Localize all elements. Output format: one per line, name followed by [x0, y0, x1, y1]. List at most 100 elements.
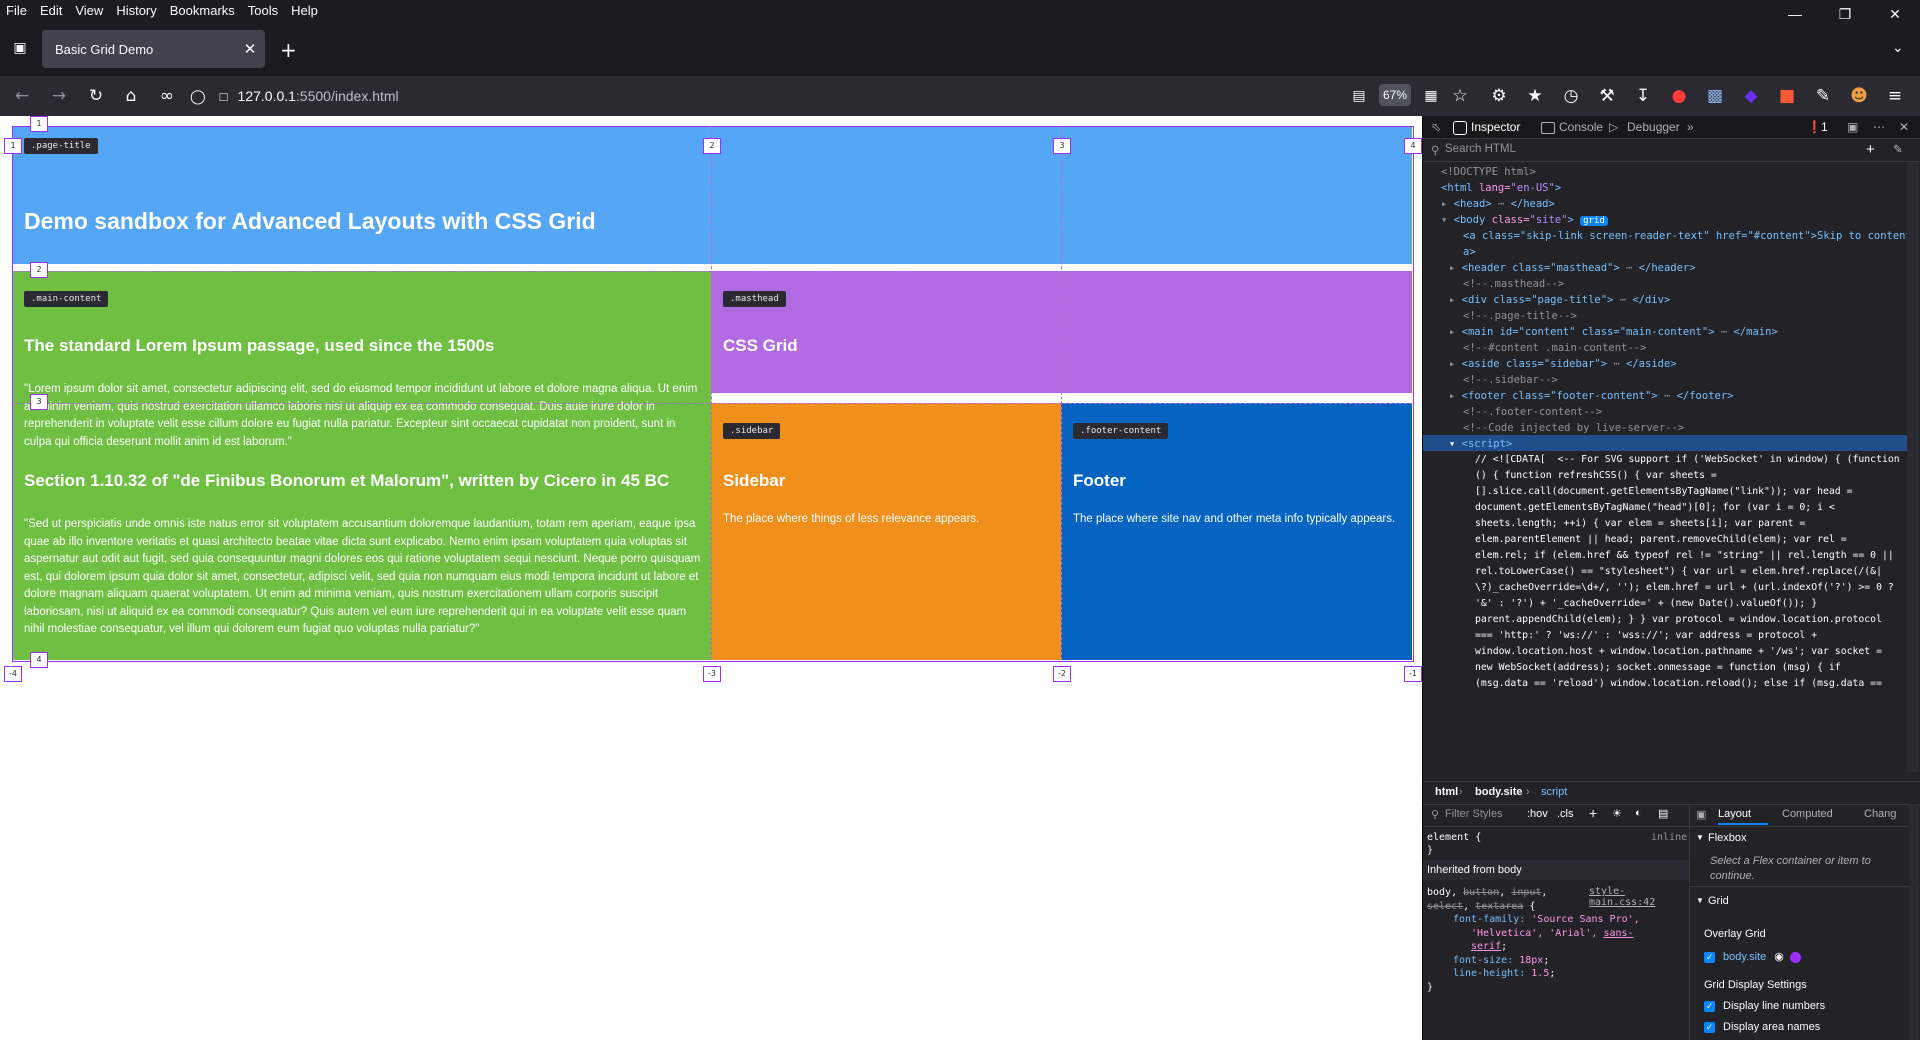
more-tools-icon[interactable]: »: [1687, 120, 1694, 134]
prop-line-height[interactable]: line-height:: [1453, 968, 1525, 979]
close-devtools-icon[interactable]: ✕: [1899, 120, 1909, 134]
display-area-names-option[interactable]: ✓ Display area names: [1704, 1021, 1820, 1033]
val-font-size[interactable]: 18px: [1519, 955, 1543, 966]
bookmark-star-icon[interactable]: ☆: [1448, 84, 1472, 108]
error-icon[interactable]: ❗: [1807, 120, 1822, 134]
print-simulation-icon[interactable]: ▤: [1658, 807, 1668, 820]
layout-scrollbar[interactable]: [1909, 804, 1919, 1040]
wrench-icon[interactable]: ⚒: [1595, 84, 1619, 108]
markup-div-node[interactable]: ▸ <div class="page-title"> ⋯ </div>: [1449, 292, 1670, 308]
val-line-height[interactable]: 1.5: [1531, 968, 1549, 979]
val-font-family-generic[interactable]: sans-: [1603, 928, 1633, 939]
markup-main-node[interactable]: ▸ <main id="content" class="main-content…: [1449, 324, 1778, 340]
markup-footer-node[interactable]: ▸ <footer class="footer-content"> ⋯ </fo…: [1449, 388, 1734, 404]
reload-icon[interactable]: ↻: [84, 84, 108, 108]
markup-html-node[interactable]: <html lang="en-US">: [1441, 180, 1561, 196]
home-icon[interactable]: ⌂: [119, 84, 143, 108]
grid-apps-icon[interactable]: ▦: [1419, 84, 1443, 108]
add-node-icon[interactable]: +: [1866, 141, 1875, 158]
list-tabs-icon[interactable]: ⌄: [1892, 40, 1904, 56]
private-mask-icon[interactable]: ∞: [155, 84, 179, 108]
menu-edit[interactable]: Edit: [34, 3, 69, 18]
markup-comment[interactable]: <!--.masthead-->: [1463, 276, 1564, 292]
menu-history[interactable]: History: [110, 3, 163, 18]
grid-heading[interactable]: Grid: [1708, 895, 1729, 907]
sidebar-toggle-icon[interactable]: ▣: [1696, 808, 1706, 821]
val-font-family-generic-end[interactable]: serif: [1471, 941, 1501, 952]
tab-computed[interactable]: Computed: [1782, 808, 1833, 820]
tab-changes[interactable]: Chang: [1864, 808, 1896, 820]
val-font-family[interactable]: 'Source Sans Pro',: [1531, 914, 1639, 925]
dark-scheme-icon[interactable]: ◐: [1635, 807, 1642, 819]
history-clock-icon[interactable]: ◷: [1559, 84, 1583, 108]
forward-icon[interactable]: →: [47, 84, 71, 108]
markup-scrollbar[interactable]: [1907, 162, 1919, 772]
shield-icon[interactable]: ◯: [190, 88, 206, 105]
grid-badge[interactable]: grid: [1580, 216, 1608, 226]
menu-file[interactable]: File: [0, 3, 34, 18]
dock-icon[interactable]: ▣: [1847, 120, 1858, 134]
tab-inspector[interactable]: Inspector: [1471, 120, 1520, 134]
url-bar[interactable]: ◯ □ 127.0.0.1:5500/index.html: [190, 81, 1420, 111]
flexbox-collapse-icon[interactable]: ▼: [1696, 833, 1704, 842]
markup-script-node[interactable]: ▾ <script>: [1449, 436, 1512, 452]
highlight-element-icon[interactable]: ◉: [1774, 951, 1784, 963]
filter-styles-input[interactable]: Filter Styles: [1445, 808, 1502, 820]
menu-help[interactable]: Help: [285, 3, 325, 18]
markup-comment[interactable]: <!--.footer-content-->: [1463, 404, 1602, 420]
markup-header-node[interactable]: ▸ <header class="masthead"> ⋯ </header>: [1449, 260, 1696, 276]
markup-head-node[interactable]: ▸ <head> ⋯ </head>: [1441, 196, 1555, 212]
markup-comment[interactable]: <!--.page-title-->: [1463, 308, 1577, 324]
devtools-menu-icon[interactable]: ⋯: [1873, 120, 1885, 134]
markup-comment[interactable]: <!--#content .main-content-->: [1463, 340, 1646, 356]
markup-comment[interactable]: <!--.sidebar-->: [1463, 372, 1558, 388]
breadcrumb-body[interactable]: body.site: [1475, 786, 1522, 798]
grid-collapse-icon[interactable]: ▼: [1696, 896, 1704, 905]
menu-view[interactable]: View: [69, 3, 110, 18]
app-menu-icon[interactable]: ≡: [1883, 84, 1907, 108]
cls-toggle[interactable]: .cls: [1557, 808, 1574, 820]
overlay-checkbox[interactable]: ✓: [1704, 951, 1715, 963]
close-tab-icon[interactable]: ✕: [235, 40, 265, 58]
new-tab-button[interactable]: +: [280, 38, 297, 62]
tab-console[interactable]: Console: [1559, 120, 1603, 134]
gear-icon[interactable]: ⚙: [1487, 84, 1511, 108]
extension-font-icon[interactable]: ■: [1775, 84, 1799, 108]
prop-font-size[interactable]: font-size:: [1453, 955, 1513, 966]
back-icon[interactable]: ←: [10, 84, 34, 108]
overlay-grid-item[interactable]: ✓ body.site ◉: [1704, 950, 1801, 963]
tab-manager-icon[interactable]: ▣: [10, 40, 30, 60]
markup-doctype[interactable]: <!DOCTYPE html>: [1441, 164, 1536, 180]
rule-source-link[interactable]: style-main.css:42: [1589, 886, 1689, 908]
markup-comment[interactable]: <!--Code injected by live-server-->: [1463, 420, 1684, 436]
flexbox-heading[interactable]: Flexbox: [1708, 832, 1747, 844]
display-line-numbers-option[interactable]: ✓ Display line numbers: [1704, 1000, 1825, 1012]
extensions-puzzle-icon[interactable]: ✎: [1811, 84, 1835, 108]
page-info-icon[interactable]: □: [220, 89, 228, 104]
pocket-icon[interactable]: ★: [1523, 84, 1547, 108]
breadcrumb-script[interactable]: script: [1541, 786, 1567, 798]
zoom-level-button[interactable]: 67%: [1379, 84, 1411, 106]
prop-font-family[interactable]: font-family:: [1453, 914, 1525, 925]
area-names-checkbox[interactable]: ✓: [1704, 1021, 1715, 1033]
extension-screen-icon[interactable]: ▩: [1703, 84, 1727, 108]
markup-skip-link[interactable]: <a class="skip-link screen-reader-text" …: [1463, 228, 1907, 244]
markup-body-node[interactable]: ▾ <body class="site"> grid: [1441, 212, 1608, 229]
tab-basic-grid-demo[interactable]: Basic Grid Demo ✕: [42, 30, 265, 68]
extension-diamond-icon[interactable]: ◆: [1739, 84, 1763, 108]
pick-element-icon[interactable]: ⬁: [1431, 120, 1441, 134]
light-scheme-icon[interactable]: ☀: [1612, 807, 1622, 820]
tab-debugger[interactable]: Debugger: [1627, 120, 1680, 134]
account-avatar-icon[interactable]: ☻: [1847, 84, 1871, 108]
hov-toggle[interactable]: :hov: [1527, 808, 1548, 820]
markup-aside-node[interactable]: ▸ <aside class="sidebar"> ⋯ </aside>: [1449, 356, 1677, 372]
search-html-input[interactable]: Search HTML: [1445, 143, 1516, 155]
eyedropper-icon[interactable]: ✎: [1893, 142, 1903, 156]
add-rule-icon[interactable]: +: [1589, 805, 1597, 821]
grid-color-swatch[interactable]: [1789, 951, 1801, 963]
menu-tools[interactable]: Tools: [242, 3, 285, 18]
extension-red-icon[interactable]: ●: [1667, 84, 1691, 108]
line-numbers-checkbox[interactable]: ✓: [1704, 1000, 1715, 1012]
menu-bookmarks[interactable]: Bookmarks: [164, 3, 242, 18]
tab-layout[interactable]: Layout: [1718, 808, 1751, 820]
